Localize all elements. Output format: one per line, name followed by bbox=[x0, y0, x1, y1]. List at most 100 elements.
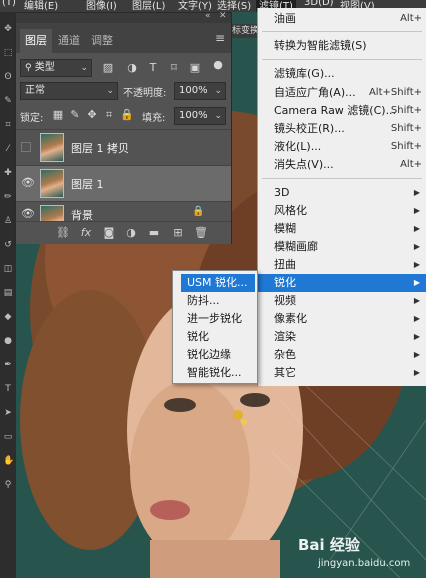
lock-position-icon[interactable]: ✥ bbox=[86, 109, 98, 121]
hand-tool-icon[interactable]: ✋ bbox=[3, 456, 14, 466]
add-mask-icon[interactable]: ◙ bbox=[102, 226, 116, 240]
menu-item-3d[interactable]: 3D ▶ bbox=[258, 184, 426, 202]
menu-item-video[interactable]: 视频 ▶ bbox=[258, 292, 426, 310]
menu-item-adaptive-wide-angle[interactable]: 自适应广角(A)... Alt+Shift+ bbox=[258, 84, 426, 102]
submenu-item-usm-sharpen[interactable]: USM 锐化... bbox=[173, 274, 257, 292]
dodge-tool-icon[interactable]: ● bbox=[3, 336, 13, 346]
menu-item-filter-gallery[interactable]: 滤镜库(G)... bbox=[258, 65, 426, 83]
submenu-item-sharpen-more[interactable]: 进一步锐化 bbox=[173, 310, 257, 328]
link-layers-icon[interactable]: ⛓ bbox=[56, 226, 70, 240]
menu-item-edit[interactable]: 编辑(E) bbox=[24, 0, 58, 12]
menu-item-sharpen[interactable]: 锐化 ▶ bbox=[258, 274, 426, 292]
blur-tool-icon[interactable]: ◆ bbox=[3, 312, 13, 322]
panel-menu-icon[interactable]: ≡ bbox=[215, 31, 225, 45]
menu-item-blur[interactable]: 模糊 ▶ bbox=[258, 220, 426, 238]
pen-tool-icon[interactable]: ✒ bbox=[3, 360, 13, 370]
brush-tool-icon[interactable]: ✏ bbox=[3, 192, 13, 202]
menu-item-pixelate[interactable]: 像素化 ▶ bbox=[258, 310, 426, 328]
menu-item-vanishing-point[interactable]: 消失点(V)... Alt+ bbox=[258, 156, 426, 174]
layer-row[interactable]: 👁 图层 1 bbox=[16, 165, 231, 201]
panel-title-bar[interactable]: « ✕ bbox=[16, 11, 231, 23]
lock-artboard-icon[interactable]: ⌗ bbox=[103, 109, 115, 121]
gradient-tool-icon[interactable]: ▤ bbox=[3, 288, 13, 298]
visibility-toggle[interactable] bbox=[21, 142, 31, 152]
menu-item-image[interactable]: 图像(I) bbox=[86, 0, 117, 12]
sharpen-submenu: USM 锐化... 防抖... 进一步锐化 锐化 锐化边缘 智能锐化... bbox=[172, 270, 258, 384]
search-icon: ⚲ bbox=[25, 63, 32, 73]
menu-item-noise[interactable]: 杂色 ▶ bbox=[258, 346, 426, 364]
eye-icon[interactable]: 👁 bbox=[21, 177, 35, 189]
trash-icon[interactable]: 🗑 bbox=[194, 226, 208, 240]
chevron-right-icon: ▶ bbox=[413, 224, 420, 233]
menu-item-other[interactable]: 其它 ▶ bbox=[258, 364, 426, 382]
chevron-right-icon: ▶ bbox=[413, 188, 420, 197]
eraser-tool-icon[interactable]: ◫ bbox=[3, 264, 13, 274]
history-brush-tool-icon[interactable]: ↺ bbox=[3, 240, 13, 250]
new-group-icon[interactable]: ▬ bbox=[147, 226, 161, 240]
chevron-down-icon: ⌄ bbox=[214, 111, 222, 121]
menu-item-0[interactable]: (T) bbox=[2, 0, 16, 8]
lock-paint-icon[interactable]: ✎ bbox=[69, 109, 81, 121]
quick-select-tool-icon[interactable]: ✎ bbox=[3, 96, 13, 106]
shape-filter-icon[interactable]: ⌑ bbox=[168, 62, 180, 74]
chevron-right-icon: ▶ bbox=[413, 314, 420, 323]
panel-tabs: 图层 通道 调整 ≡ bbox=[16, 23, 231, 53]
layer-name: 背景 bbox=[71, 209, 93, 221]
path-select-tool-icon[interactable]: ➤ bbox=[3, 408, 13, 418]
layer-filter-kind[interactable]: ⚲ 类型 ⌄ bbox=[20, 59, 92, 77]
crop-tool-icon[interactable]: ⌗ bbox=[3, 120, 13, 130]
eyedropper-tool-icon[interactable]: ⁄ bbox=[3, 144, 13, 154]
smart-object-filter-icon[interactable]: ▣ bbox=[189, 62, 201, 74]
chevron-right-icon: ▶ bbox=[413, 332, 420, 341]
filter-toggle-icon[interactable]: ● bbox=[212, 59, 224, 71]
new-layer-icon[interactable]: ⊞ bbox=[171, 226, 185, 240]
fill-label: 填充: bbox=[142, 113, 166, 124]
healing-tool-icon[interactable]: ✚ bbox=[3, 168, 13, 178]
move-tool-icon[interactable]: ✥ bbox=[3, 24, 13, 34]
zoom-tool-icon[interactable]: ⚲ bbox=[3, 480, 13, 490]
menu-item-oil-paint[interactable]: 油画 Alt+ bbox=[258, 10, 426, 28]
submenu-item-sharpen-edges[interactable]: 锐化边缘 bbox=[173, 346, 257, 364]
menu-item-3d[interactable]: 3D(D) bbox=[304, 0, 334, 8]
menu-item-blur-gallery[interactable]: 模糊画廊 ▶ bbox=[258, 238, 426, 256]
menu-item-stylize[interactable]: 风格化 ▶ bbox=[258, 202, 426, 220]
pixel-filter-icon[interactable]: ▨ bbox=[102, 62, 114, 74]
tab-channels[interactable]: 通道 bbox=[53, 29, 85, 53]
menu-item-layer[interactable]: 图层(L) bbox=[132, 0, 165, 12]
layer-thumbnail bbox=[40, 169, 64, 198]
opacity-label: 不透明度: bbox=[123, 88, 167, 99]
opacity-field[interactable]: 100% ⌄ bbox=[174, 82, 226, 100]
collapse-icon[interactable]: « bbox=[205, 11, 211, 21]
lock-transparency-icon[interactable]: ▦ bbox=[52, 109, 64, 121]
layer-row[interactable]: 图层 1 拷贝 bbox=[16, 129, 231, 165]
adjustment-layer-icon[interactable]: ◑ bbox=[124, 226, 138, 240]
eye-icon[interactable]: 👁 bbox=[21, 208, 35, 220]
adjustment-filter-icon[interactable]: ◑ bbox=[126, 62, 138, 74]
type-tool-icon[interactable]: T bbox=[3, 384, 13, 394]
lock-all-icon[interactable]: 🔒 bbox=[120, 109, 134, 121]
tab-layers[interactable]: 图层 bbox=[20, 29, 52, 53]
menu-item-lens-correction[interactable]: 镜头校正(R)... Shift+ bbox=[258, 120, 426, 138]
menu-item-camera-raw[interactable]: Camera Raw 滤镜(C)... Shift+ bbox=[258, 102, 426, 120]
stamp-tool-icon[interactable]: ♙ bbox=[3, 216, 13, 226]
submenu-item-shake-reduction[interactable]: 防抖... bbox=[173, 292, 257, 310]
layer-row[interactable]: 👁 背景 🔒 bbox=[16, 201, 231, 221]
marquee-tool-icon[interactable]: ⬚ bbox=[3, 48, 13, 58]
document-tab[interactable]: 标变换 bbox=[232, 24, 258, 38]
fill-value: 100% bbox=[179, 110, 208, 121]
fill-field[interactable]: 100% ⌄ bbox=[174, 107, 226, 125]
type-filter-icon[interactable]: T bbox=[147, 62, 159, 74]
menu-item-convert-smart-filter[interactable]: 转换为智能滤镜(S) bbox=[258, 37, 426, 55]
fx-icon[interactable]: fx bbox=[79, 226, 93, 240]
blend-mode-select[interactable]: 正常 ⌄ bbox=[20, 82, 118, 100]
menu-item-liquify[interactable]: 液化(L)... Shift+ bbox=[258, 138, 426, 156]
submenu-item-smart-sharpen[interactable]: 智能锐化... bbox=[173, 364, 257, 382]
submenu-item-sharpen[interactable]: 锐化 bbox=[173, 328, 257, 346]
tab-adjustments[interactable]: 调整 bbox=[86, 29, 118, 53]
lasso-tool-icon[interactable]: ʘ bbox=[3, 72, 13, 82]
menu-item-render[interactable]: 渲染 ▶ bbox=[258, 328, 426, 346]
menu-item-distort[interactable]: 扭曲 ▶ bbox=[258, 256, 426, 274]
close-icon[interactable]: ✕ bbox=[219, 11, 227, 21]
chevron-right-icon: ▶ bbox=[413, 368, 420, 377]
shape-tool-icon[interactable]: ▭ bbox=[3, 432, 13, 442]
